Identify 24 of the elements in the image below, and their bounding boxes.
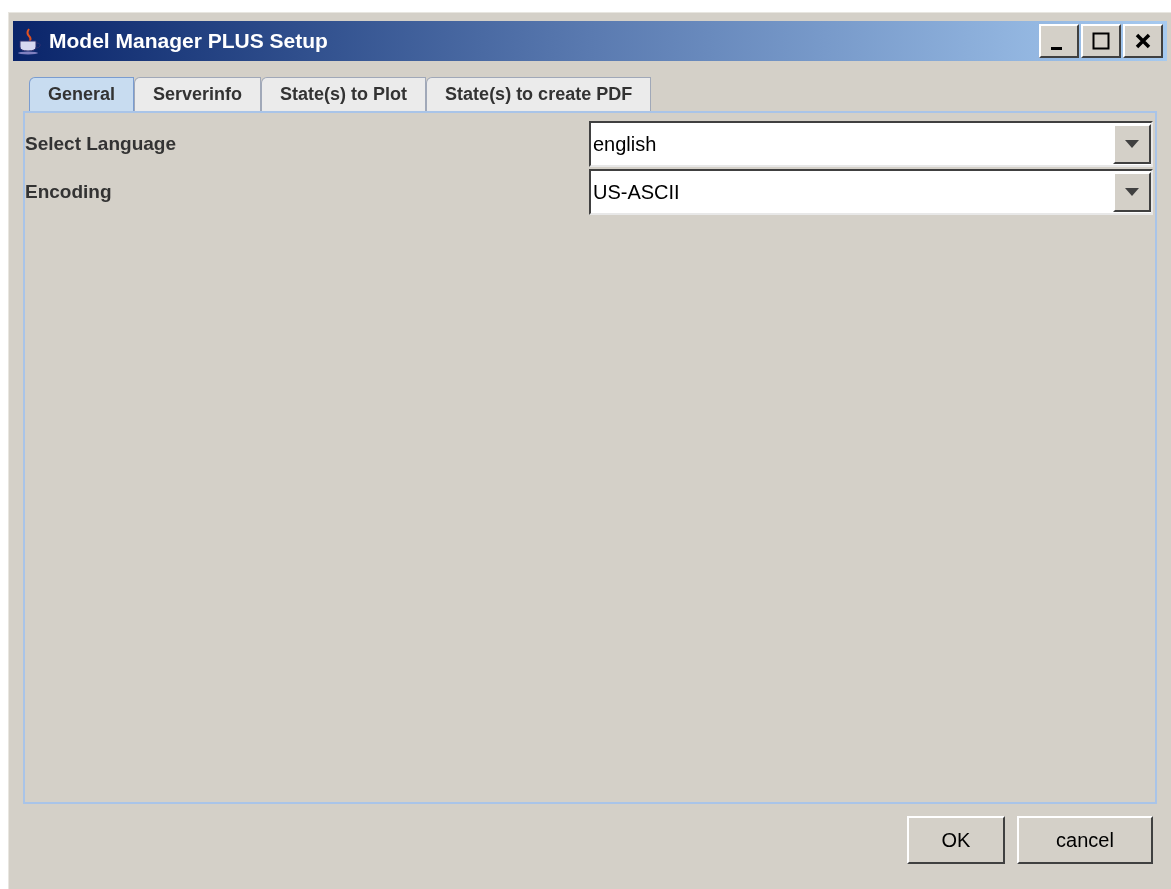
dropdown[interactable]: english [589,121,1153,167]
minimize-icon [1050,46,1062,50]
dropdown-arrow-button[interactable] [1113,172,1151,212]
caret-icon [1125,188,1139,196]
caret-icon [1125,140,1139,148]
window-title: Model Manager PLUS Setup [49,28,328,55]
setting-label: Encoding [25,179,113,204]
minimize-button[interactable] [1039,24,1079,58]
dialog-button[interactable]: cancel [1017,816,1153,864]
dialog-button[interactable]: OK [907,816,1005,864]
close-button[interactable] [1123,24,1163,58]
maximize-button[interactable] [1081,24,1121,58]
dropdown-arrow-button[interactable] [1113,124,1151,164]
dropdown[interactable]: US-ASCII [589,169,1153,215]
setting-label: Select Language [25,131,177,156]
dropdown-value: US-ASCII [592,180,681,205]
close-icon [1134,32,1152,50]
tab[interactable]: State(s) to Plot [261,77,427,111]
tab[interactable]: General [29,77,135,111]
maximize-icon [1092,32,1110,50]
tab[interactable]: Serverinfo [134,77,262,111]
coffee-cup-icon [17,27,43,55]
dropdown-value: english [592,132,658,157]
tab[interactable]: State(s) to create PDF [426,77,652,111]
